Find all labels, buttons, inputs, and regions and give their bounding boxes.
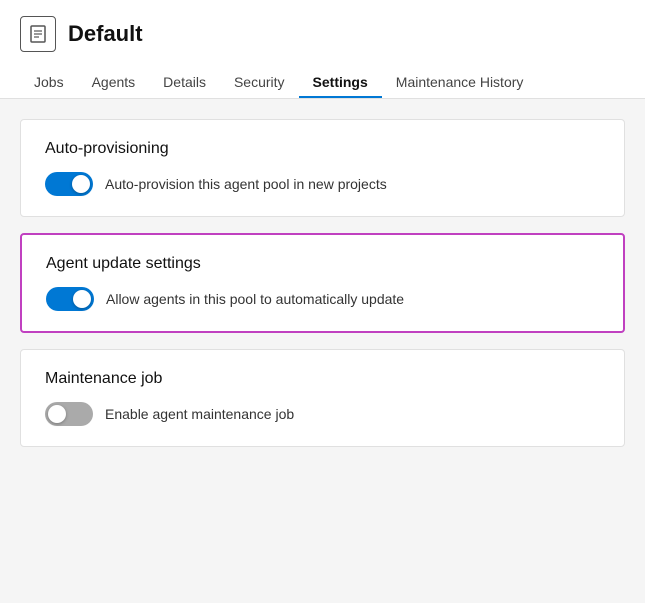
- auto-provisioning-title: Auto-provisioning: [45, 140, 600, 158]
- auto-provisioning-toggle[interactable]: [45, 172, 93, 196]
- maintenance-job-row: Enable agent maintenance job: [45, 402, 600, 426]
- page-title: Default: [68, 21, 143, 47]
- maintenance-job-title: Maintenance job: [45, 370, 600, 388]
- agent-update-card: Agent update settings Allow agents in th…: [20, 233, 625, 333]
- page-header: Default Jobs Agents Details Security Set…: [0, 0, 645, 99]
- maintenance-job-label: Enable agent maintenance job: [105, 406, 294, 422]
- main-content: Auto-provisioning Auto-provision this ag…: [0, 99, 645, 467]
- tab-security[interactable]: Security: [220, 66, 299, 98]
- agent-pool-icon: [20, 16, 56, 52]
- nav-tabs: Jobs Agents Details Security Settings Ma…: [20, 66, 625, 98]
- auto-provisioning-label: Auto-provision this agent pool in new pr…: [105, 176, 387, 192]
- maintenance-job-card: Maintenance job Enable agent maintenance…: [20, 349, 625, 447]
- agent-update-toggle[interactable]: [46, 287, 94, 311]
- auto-provisioning-row: Auto-provision this agent pool in new pr…: [45, 172, 600, 196]
- agent-update-row: Allow agents in this pool to automatical…: [46, 287, 599, 311]
- tab-jobs[interactable]: Jobs: [20, 66, 78, 98]
- agent-update-title: Agent update settings: [46, 255, 599, 273]
- tab-details[interactable]: Details: [149, 66, 220, 98]
- agent-update-label: Allow agents in this pool to automatical…: [106, 291, 404, 307]
- tab-maintenance-history[interactable]: Maintenance History: [382, 66, 538, 98]
- tab-settings[interactable]: Settings: [299, 66, 382, 98]
- maintenance-job-toggle[interactable]: [45, 402, 93, 426]
- tab-agents[interactable]: Agents: [78, 66, 150, 98]
- auto-provisioning-card: Auto-provisioning Auto-provision this ag…: [20, 119, 625, 217]
